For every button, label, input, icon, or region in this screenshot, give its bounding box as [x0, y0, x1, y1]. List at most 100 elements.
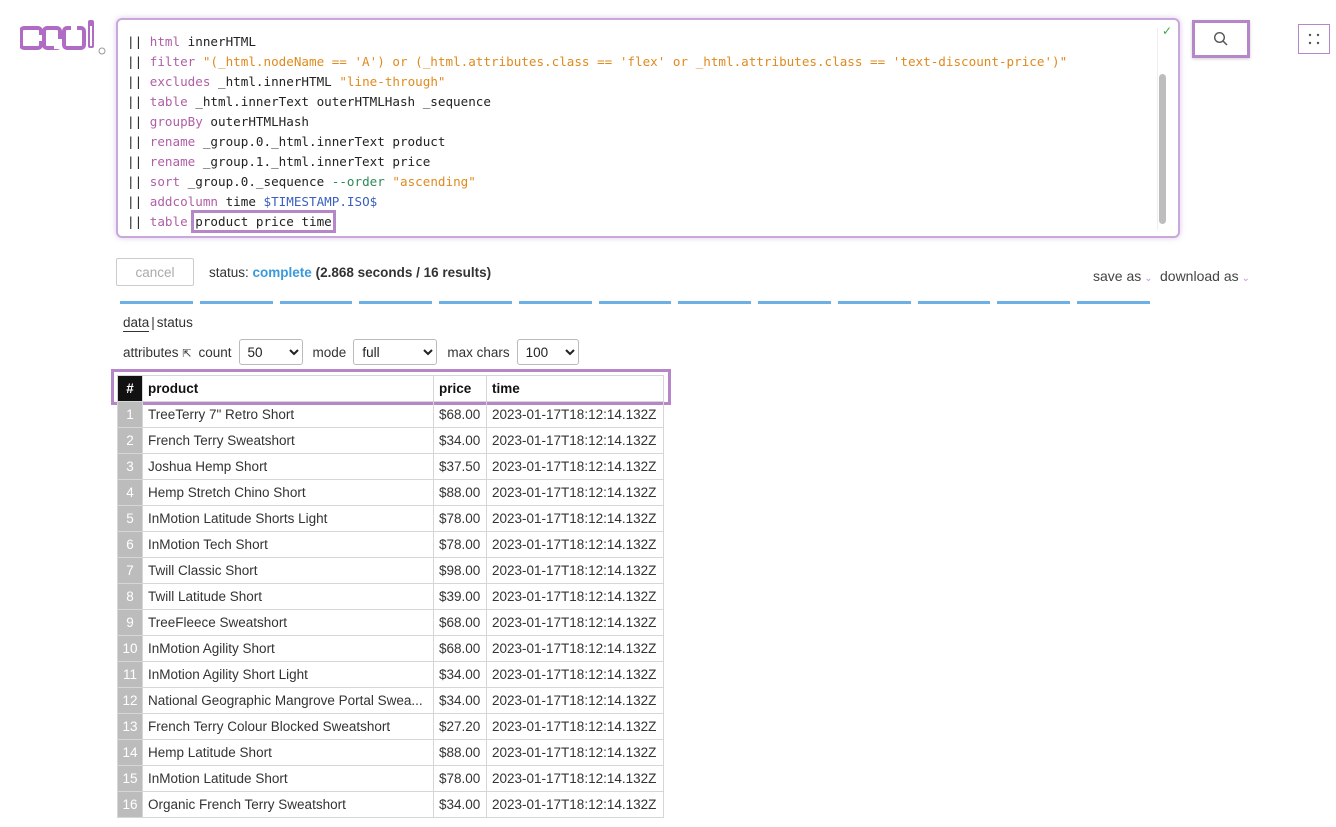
row-number: 9 — [117, 609, 143, 636]
table-row[interactable]: 9 TreeFleece Sweatshort $68.00 2023-01-17T1… — [117, 609, 664, 636]
code-line[interactable]: || excludes _html.innerHTML "line-throug… — [127, 72, 1067, 92]
cell-product: InMotion Tech Short — [142, 531, 434, 558]
row-number: 6 — [117, 531, 143, 558]
table-row[interactable]: 7 Twill Classic Short $98.00 2023-01-17T18:… — [117, 557, 664, 584]
cell-time: 2023-01-17T18:12:14.132Z — [486, 401, 664, 428]
code-token: || — [127, 194, 150, 209]
cell-time: 2023-01-17T18:12:14.132Z — [486, 661, 664, 688]
max-chars-label: max chars — [447, 344, 510, 360]
code-token: || — [127, 154, 150, 169]
code-line[interactable]: || rename _group.1._html.innerText price — [127, 152, 1067, 172]
code-keyword: addcolumn — [149, 194, 218, 209]
status-text: status: complete (2.868 seconds / 16 res… — [209, 265, 491, 280]
column-header-product[interactable]: product — [142, 375, 434, 402]
table-row[interactable]: 13 French Terry Colour Blocked Sweatshort… — [117, 713, 664, 740]
table-row[interactable]: 14 Hemp Latitude Short $88.00 2023-01-17T18… — [117, 739, 664, 766]
chevron-down-icon: ⌄ — [1241, 273, 1251, 284]
column-header-price[interactable]: price — [433, 375, 487, 402]
cell-time: 2023-01-17T18:12:14.132Z — [486, 739, 664, 766]
cell-product: Hemp Latitude Short — [142, 739, 434, 766]
table-row[interactable]: 12 National Geographic Mangrove Portal Sw… — [117, 687, 664, 714]
code-keyword: table — [149, 214, 188, 229]
count-select[interactable]: 50 — [238, 339, 303, 365]
cell-price: $27.20 — [433, 713, 487, 740]
table-row[interactable]: 10 InMotion Agility Short $68.00 2023-01-17… — [117, 635, 664, 662]
cell-time: 2023-01-17T18:12:14.132Z — [486, 505, 664, 532]
cell-product: French Terry Sweatshort — [142, 427, 434, 454]
code-line[interactable]: || addcolumn time $TIMESTAMP.ISO$ — [127, 192, 1067, 212]
download-as-dropdown[interactable]: download as ⌄ — [1160, 268, 1250, 284]
row-number: 4 — [117, 479, 143, 506]
save-as-dropdown[interactable]: save as ⌄ — [1093, 268, 1153, 284]
table-row[interactable]: 8 Twill Latitude Short $39.00 2023-01-17T18… — [117, 583, 664, 610]
code-token: "ascending" — [392, 174, 476, 189]
code-line[interactable]: || sort _group.0._sequence --order "asce… — [127, 172, 1067, 192]
code-keyword: sort — [149, 174, 181, 189]
run-search-button[interactable] — [1192, 20, 1250, 58]
code-token: || — [127, 34, 150, 49]
table-row[interactable]: 16 Organic French Terry Sweatshort $34.00 2… — [117, 791, 664, 818]
table-row[interactable]: 5 InMotion Latitude Shorts Light $78.00 202… — [117, 505, 664, 532]
editor-scrollbar[interactable] — [1159, 74, 1166, 224]
table-row[interactable]: 3 Joshua Hemp Short $37.50 2023-01-17T18:12… — [117, 453, 664, 480]
code-line[interactable]: || table _html.innerText outerHTMLHash _… — [127, 92, 1067, 112]
cell-product: TreeTerry 7" Retro Short — [142, 401, 434, 428]
table-row[interactable]: 2 French Terry Sweatshort $34.00 2023-01-17… — [117, 427, 664, 454]
save-as-label: save as — [1093, 268, 1142, 284]
cell-product: French Terry Colour Blocked Sweatshort — [142, 713, 434, 740]
table-row[interactable]: 11 InMotion Agility Short Light $34.00 2023… — [117, 661, 664, 688]
code-keyword: excludes — [149, 74, 211, 89]
tab-status[interactable]: status — [157, 315, 193, 330]
cell-price: $34.00 — [433, 661, 487, 688]
crul-logo: crul — [20, 18, 106, 58]
cell-price: $68.00 — [433, 635, 487, 662]
code-line[interactable]: || filter "(_html.nodeName == 'A') or (_… — [127, 52, 1067, 72]
menu-grid-button[interactable] — [1298, 24, 1330, 54]
row-number: 7 — [117, 557, 143, 584]
cell-time: 2023-01-17T18:12:14.132Z — [486, 427, 664, 454]
status-prefix: status: — [209, 265, 249, 280]
max-chars-select[interactable]: 100 — [516, 339, 579, 365]
cell-product: InMotion Agility Short Light — [142, 661, 434, 688]
cell-price: $88.00 — [433, 739, 487, 766]
code-line[interactable]: || rename _group.0._html.innerText produ… — [127, 132, 1067, 152]
code-token: _group.1._html.innerText price — [195, 154, 431, 169]
row-number: 5 — [117, 505, 143, 532]
table-row[interactable]: 4 Hemp Stretch Chino Short $88.00 2023-01-1… — [117, 479, 664, 506]
cell-product: TreeFleece Sweatshort — [142, 609, 434, 636]
download-as-label: download as — [1160, 268, 1239, 284]
code-line[interactable]: || html innerHTML — [127, 32, 1067, 52]
code-token: || — [127, 174, 150, 189]
cell-price: $68.00 — [433, 401, 487, 428]
row-number: 2 — [117, 427, 143, 454]
query-code[interactable]: || html innerHTML || filter "(_html.nodeN… — [127, 32, 1067, 233]
cell-time: 2023-01-17T18:12:14.132Z — [486, 609, 664, 636]
cell-price: $68.00 — [433, 609, 487, 636]
column-header-time[interactable]: time — [486, 375, 664, 402]
attributes-label: attributes — [123, 344, 179, 360]
column-header-num[interactable]: # — [117, 375, 143, 402]
code-keyword: table — [149, 94, 188, 109]
search-icon — [1213, 31, 1228, 46]
code-token: || — [127, 94, 150, 109]
code-token: outerHTMLHash — [202, 114, 309, 129]
mode-select[interactable]: full — [353, 339, 438, 365]
attributes-toggle[interactable]: attributes ⇱ — [123, 345, 192, 360]
cell-product: National Geographic Mangrove Portal Swea… — [142, 687, 434, 714]
cell-product: InMotion Latitude Shorts Light — [142, 505, 434, 532]
cell-price: $34.00 — [433, 791, 487, 818]
code-keyword: filter — [149, 54, 196, 69]
table-row[interactable]: 15 InMotion Latitude Short $78.00 2023-01-1… — [117, 765, 664, 792]
cell-product: Organic French Terry Sweatshort — [142, 791, 434, 818]
cell-time: 2023-01-17T18:12:14.132Z — [486, 557, 664, 584]
code-line[interactable]: || table product price time — [127, 210, 1067, 233]
code-keyword: groupBy — [149, 114, 203, 129]
table-row[interactable]: 1 TreeTerry 7" Retro Short $68.00 2023-01-1… — [117, 401, 664, 428]
cancel-button[interactable]: cancel — [116, 258, 194, 286]
table-row[interactable]: 6 InMotion Tech Short $78.00 2023-01-17T18:… — [117, 531, 664, 558]
tab-data[interactable]: data — [123, 315, 150, 332]
row-number: 10 — [117, 635, 143, 662]
query-editor[interactable]: || html innerHTML || filter "(_html.nodeN… — [116, 18, 1180, 238]
code-line[interactable]: || groupBy outerHTMLHash — [127, 112, 1067, 132]
cell-price: $39.00 — [433, 583, 487, 610]
